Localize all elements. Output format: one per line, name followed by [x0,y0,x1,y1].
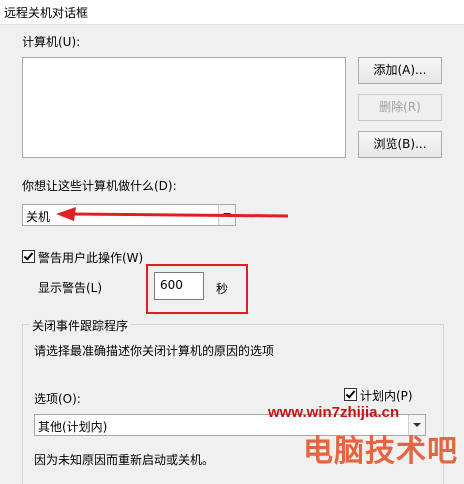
title-bar: 远程关机对话框 [0,0,464,25]
watermark-url: www.win7zhijia.cn [268,404,400,421]
display-warning-label: 显示警告(L) [38,281,103,295]
annotation-highlight-box [146,264,248,314]
annotation-arrow-icon [56,207,289,221]
warn-user-checkbox[interactable] [22,250,35,263]
planned-checkbox[interactable] [344,388,357,401]
add-button[interactable]: 添加(A)... [358,57,442,84]
options-label: 选项(O): [34,392,81,406]
reason-selected-value: 其他(计划内) [38,420,108,434]
window-title: 远程关机对话框 [4,6,89,20]
action-selected-value: 关机 [26,210,51,224]
watermark-brand: 电脑技术吧 [303,435,458,468]
shutdown-event-tracker-legend: 关闭事件跟踪程序 [29,317,132,334]
computers-listbox[interactable] [22,57,346,158]
action-label: 你想让这些计算机做什么(D): [22,179,177,193]
reason-description: 因为未知原因而重新启动或关机。 [34,453,215,467]
remove-button[interactable]: 删除(R) [358,94,442,121]
planned-label: 计划内(P) [360,389,413,403]
warn-user-label: 警告用户此操作(W) [38,251,144,265]
remote-shutdown-dialog: 远程关机对话框 计算机(U): 添加(A)... 删除(R) 浏览(B)... … [0,0,464,484]
browse-button[interactable]: 浏览(B)... [358,131,442,158]
instruction-text: 请选择最准确描述你关闭计算机的原因的选项 [34,344,275,358]
computers-label: 计算机(U): [22,35,81,49]
